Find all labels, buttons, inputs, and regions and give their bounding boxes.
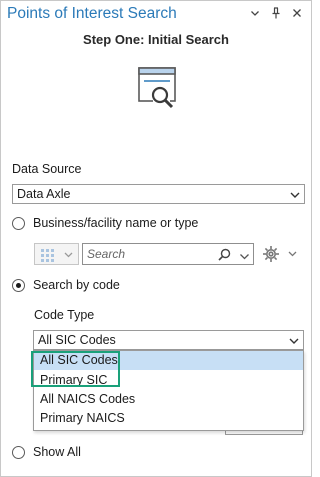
data-source-value: Data Axle — [17, 187, 71, 201]
code-type-label: Code Type — [34, 308, 95, 322]
close-icon[interactable] — [291, 7, 303, 19]
grid-icon — [41, 249, 73, 262]
pane-titlebar: Points of Interest Search — [7, 5, 305, 27]
pin-icon[interactable] — [270, 7, 282, 19]
window-search-icon — [138, 67, 176, 111]
data-source-select[interactable]: Data Axle — [12, 184, 305, 204]
grid-button[interactable] — [34, 243, 79, 265]
chevron-down-icon[interactable] — [239, 249, 250, 260]
step-title: Step One: Initial Search — [83, 32, 229, 47]
show-all-radio[interactable] — [12, 445, 25, 459]
chevron-down-icon[interactable] — [249, 7, 261, 19]
gear-button[interactable] — [260, 244, 302, 264]
chevron-down-icon — [288, 334, 300, 346]
search-box[interactable] — [82, 243, 254, 265]
pane-title: Points of Interest Search — [7, 5, 177, 22]
data-source-label: Data Source — [12, 162, 82, 176]
business-radio-option[interactable]: Business/facility name or type — [12, 215, 198, 231]
dropdown-option-primary-naics[interactable]: Primary NAICS — [34, 409, 303, 428]
dropdown-option-all-sic[interactable]: All SIC Codes — [34, 351, 303, 370]
code-radio-option[interactable]: Search by code — [12, 277, 120, 293]
gear-icon — [263, 246, 297, 262]
code-type-dropdown-list: All SIC Codes Primary SIC All NAICS Code… — [33, 350, 304, 431]
code-radio[interactable] — [12, 278, 25, 292]
pane-title-controls — [249, 7, 303, 19]
code-type-select[interactable]: All SIC Codes — [33, 330, 304, 350]
points-of-interest-pane: Points of Interest Search Step One: Init… — [0, 0, 312, 477]
chevron-down-icon — [289, 188, 301, 200]
search-input[interactable] — [87, 246, 212, 262]
dropdown-option-all-naics[interactable]: All NAICS Codes — [34, 390, 303, 409]
business-radio-label: Business/facility name or type — [33, 216, 199, 230]
business-radio[interactable] — [12, 216, 25, 230]
code-type-value: All SIC Codes — [38, 333, 116, 347]
dropdown-option-primary-sic[interactable]: Primary SIC — [34, 371, 303, 390]
code-radio-label: Search by code — [33, 278, 120, 292]
show-all-radio-label: Show All — [33, 445, 81, 459]
show-all-radio-option[interactable]: Show All — [12, 444, 81, 460]
search-icon[interactable] — [218, 248, 231, 261]
